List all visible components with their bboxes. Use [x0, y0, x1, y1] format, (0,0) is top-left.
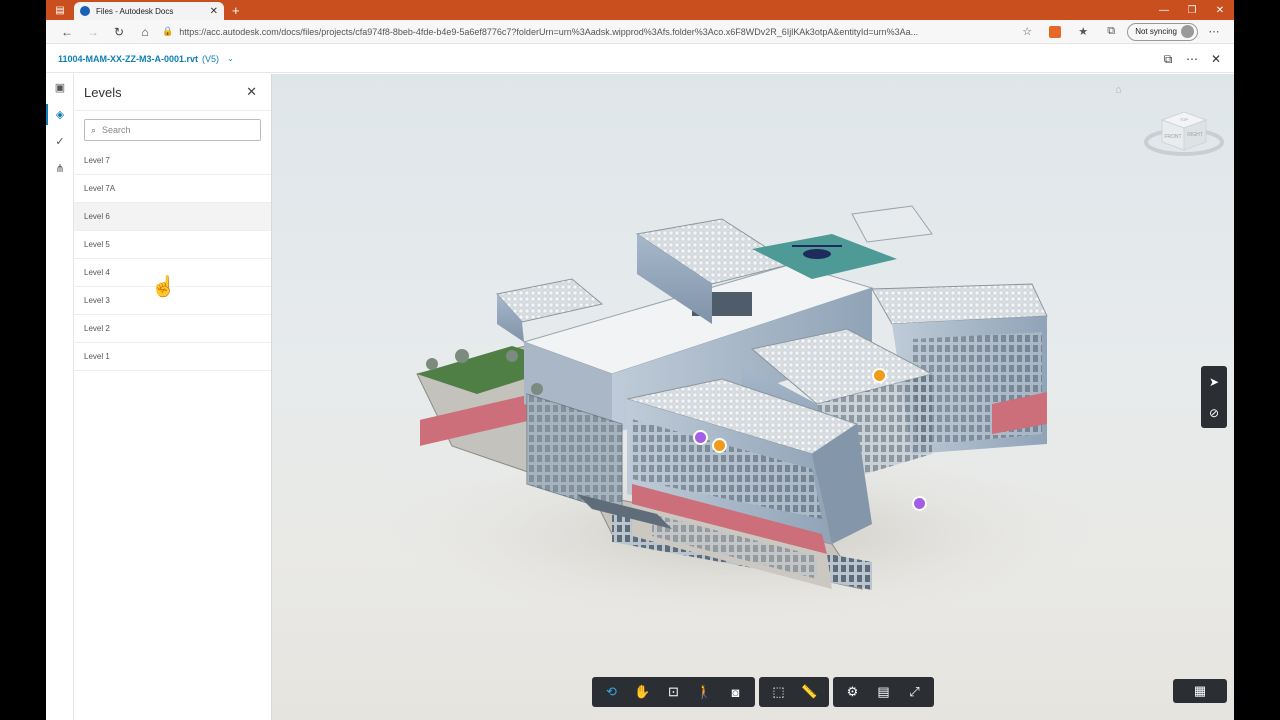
markup-check-icon[interactable]: ⊘	[1209, 406, 1219, 420]
orbit-tool-button[interactable]: ⟲	[596, 677, 627, 707]
tab-title: Files - Autodesk Docs	[96, 6, 174, 16]
compare-icon[interactable]: ⧉	[1158, 49, 1178, 69]
tree	[455, 349, 469, 363]
level-item[interactable]: Level 7A	[74, 175, 271, 203]
model-viewer-canvas[interactable]: ⌂ TOP FRONT RIGHT ➤ ⊘ ⟲ ✋ ⊡ 🚶 ◙ ⬚ 📏 ⚙ ▤ …	[272, 74, 1234, 720]
tab-actions-icon[interactable]: ▤	[46, 0, 74, 20]
level-item[interactable]: Level 2	[74, 315, 271, 343]
check-circle-icon: ✓	[55, 136, 65, 148]
levels-list: Level 7 Level 7A Level 6 Level 5 Level 4…	[74, 147, 271, 371]
forward-button[interactable]: →	[80, 21, 106, 43]
file-version[interactable]: (V5)	[202, 54, 219, 64]
hand-cursor-icon: ☝	[151, 276, 176, 298]
fullscreen-button[interactable]: ⤢	[899, 677, 930, 707]
search-icon: ⌕	[91, 124, 97, 135]
back-button[interactable]: ←	[54, 21, 80, 43]
version-chevron-down-icon[interactable]: ⌄	[227, 54, 234, 63]
level-item[interactable]: Level 7	[74, 147, 271, 175]
model-browser-button[interactable]: ▦	[1173, 679, 1227, 703]
rail-model-tree-button[interactable]: ⋔	[46, 155, 74, 182]
rfi-pin[interactable]	[712, 438, 727, 453]
viewer-toolbar: ⟲ ✋ ⊡ 🚶 ◙ ⬚ 📏 ⚙ ▤ ⤢	[592, 677, 934, 707]
grid-icon: ▦	[1193, 683, 1207, 698]
url-field[interactable]: 🔒 https://acc.autodesk.com/docs/files/pr…	[162, 23, 1015, 41]
properties-button[interactable]: ▤	[868, 677, 899, 707]
rooftop-plant	[851, 205, 933, 243]
tree	[506, 350, 518, 362]
settings-tools-group: ⚙ ▤ ⤢	[833, 677, 934, 707]
browser-tab[interactable]: Files - Autodesk Docs ✕	[74, 2, 224, 20]
levels-panel-header: Levels ✕	[74, 74, 271, 111]
side-toolbar: ➤ ⊘	[1201, 366, 1227, 428]
rail-issues-button[interactable]: ✓	[46, 128, 74, 155]
tree	[426, 358, 438, 370]
select-cursor-icon[interactable]: ➤	[1209, 375, 1219, 389]
restore-button[interactable]: ❐	[1178, 0, 1206, 20]
browser-menu-icon[interactable]: ⋯	[1202, 22, 1226, 42]
window-controls: — ❐ ✕	[1150, 0, 1234, 20]
helicopter	[803, 249, 831, 259]
levels-panel: Levels ✕ ⌕ Level 7 Level 7A Level 6 Leve…	[74, 74, 272, 720]
browser-tab-bar: ▤ Files - Autodesk Docs ✕ + — ❐ ✕	[46, 0, 1234, 20]
tree	[531, 383, 543, 395]
browser-window: ▤ Files - Autodesk Docs ✕ + — ❐ ✕ ← → ↻ …	[46, 0, 1234, 720]
viewer-header-actions: ⧉ ⋯ ✕	[1158, 49, 1226, 69]
profile-sync-button[interactable]: Not syncing	[1127, 22, 1198, 41]
favorite-star-icon[interactable]: ☆	[1015, 22, 1039, 42]
first-person-button[interactable]: 🚶	[689, 677, 720, 707]
rail-sheets-button[interactable]: ▣	[46, 74, 74, 101]
viewer-header: 11004-MAM-XX-ZZ-M3-A-0001.rvt (V5) ⌄ ⧉ ⋯…	[46, 45, 1234, 73]
level-item[interactable]: Level 5	[74, 231, 271, 259]
level-item[interactable]: Level 1	[74, 343, 271, 371]
address-bar-icons: ☆ ★ ⧉ Not syncing ⋯	[1015, 22, 1234, 42]
building-model[interactable]	[272, 74, 1234, 720]
settings-button[interactable]: ⚙	[837, 677, 868, 707]
layers-icon: ◈	[55, 109, 65, 121]
left-tool-rail: ▣ ◈ ✓ ⋔	[46, 74, 74, 720]
refresh-button[interactable]: ↻	[106, 21, 132, 43]
issue-pin[interactable]	[693, 430, 708, 445]
file-name[interactable]: 11004-MAM-XX-ZZ-M3-A-0001.rvt	[58, 54, 198, 64]
home-button[interactable]: ⌂	[132, 21, 158, 43]
more-icon[interactable]: ⋯	[1182, 49, 1202, 69]
section-analysis-button[interactable]: ⬚	[763, 677, 794, 707]
lock-icon: 🔒	[162, 26, 174, 36]
favorites-icon[interactable]: ★	[1071, 22, 1095, 42]
panel-title: Levels	[84, 84, 122, 100]
sync-label: Not syncing	[1135, 27, 1177, 36]
extension-icon[interactable]	[1043, 22, 1067, 42]
navigation-tools-group: ⟲ ✋ ⊡ 🚶 ◙	[592, 677, 755, 707]
rail-levels-button[interactable]: ◈	[46, 101, 74, 128]
collections-icon[interactable]: ⧉	[1099, 22, 1123, 42]
camera-button[interactable]: ◙	[720, 677, 751, 707]
extension-badge	[1049, 25, 1062, 38]
level-item[interactable]: Level 6	[74, 203, 271, 231]
issue-pin[interactable]	[912, 496, 927, 511]
hierarchy-icon: ⋔	[55, 163, 65, 175]
url-text: https://acc.autodesk.com/docs/files/proj…	[179, 26, 919, 37]
avatar	[1181, 25, 1194, 38]
new-tab-button[interactable]: +	[232, 3, 240, 18]
pan-tool-button[interactable]: ✋	[627, 677, 658, 707]
fit-to-view-button[interactable]: ⊡	[658, 677, 689, 707]
search-box[interactable]: ⌕	[84, 119, 261, 141]
tab-close-icon[interactable]: ✕	[210, 6, 218, 17]
sheets-icon: ▣	[54, 82, 66, 94]
modeling-tools-group: ⬚ 📏	[759, 677, 829, 707]
measure-button[interactable]: 📏	[794, 677, 825, 707]
close-icon[interactable]: ✕	[246, 84, 257, 100]
minimize-button[interactable]: —	[1150, 0, 1178, 20]
browser-address-bar: ← → ↻ ⌂ 🔒 https://acc.autodesk.com/docs/…	[46, 20, 1234, 44]
close-viewer-icon[interactable]: ✕	[1206, 49, 1226, 69]
search-input[interactable]	[102, 125, 243, 135]
autodesk-favicon-icon	[80, 6, 90, 16]
window-close-button[interactable]: ✕	[1206, 0, 1234, 20]
rfi-pin[interactable]	[872, 368, 887, 383]
